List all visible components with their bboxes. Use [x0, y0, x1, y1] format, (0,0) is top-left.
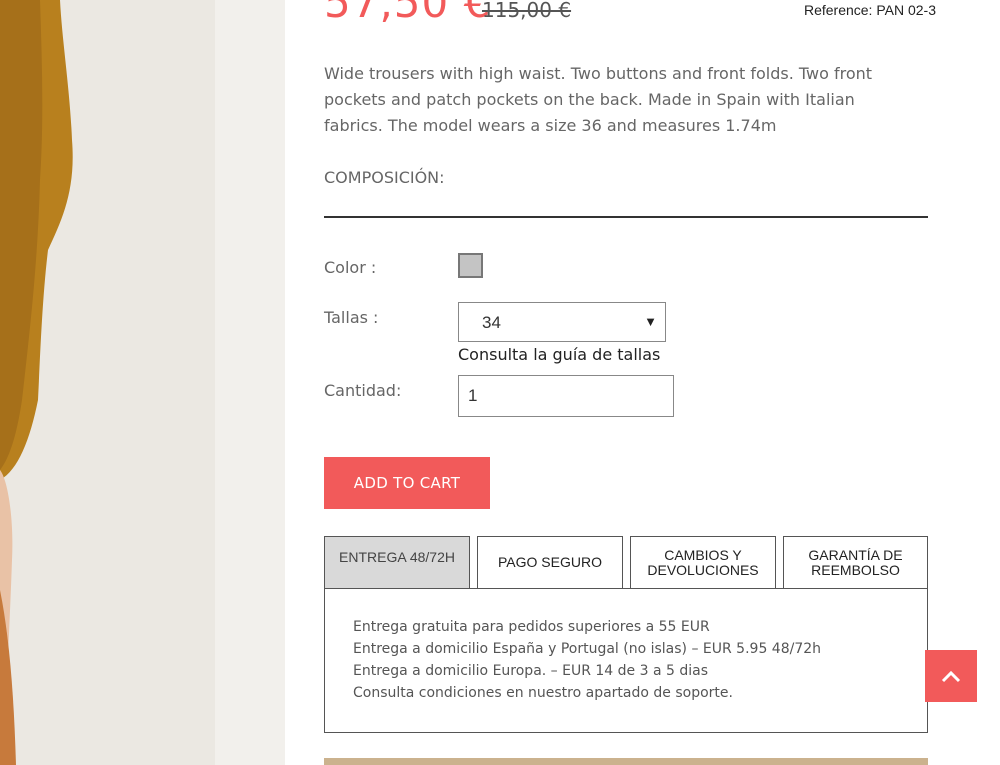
- panel-line: Entrega a domicilio Europa. – EUR 14 de …: [353, 663, 709, 679]
- product-photo: [0, 0, 285, 765]
- tab-returns[interactable]: CAMBIOS Y DEVOLUCIONES: [630, 536, 776, 589]
- size-label: Tallas :: [324, 308, 379, 327]
- quantity-label: Cantidad:: [324, 381, 402, 400]
- tab-panel-delivery: Entrega gratuita para pedidos superiores…: [324, 588, 928, 733]
- current-price: 57,50 €: [324, 0, 492, 27]
- color-label: Color :: [324, 258, 377, 277]
- size-selected-value: 34: [482, 313, 501, 332]
- size-select[interactable]: 34 ▼: [458, 302, 666, 342]
- add-to-cart-button[interactable]: ADD TO CART: [324, 457, 490, 509]
- tab-refund-guarantee[interactable]: GARANTÍA DE REEMBOLSO: [783, 536, 928, 589]
- divider: [324, 216, 928, 218]
- panel-line: Consulta condiciones en nuestro apartado…: [353, 685, 733, 701]
- chevron-up-icon: [941, 670, 961, 683]
- next-image-strip: [324, 758, 928, 765]
- tab-secure-payment[interactable]: PAGO SEGURO: [477, 536, 623, 589]
- color-swatch[interactable]: [458, 253, 483, 278]
- panel-line: Entrega gratuita para pedidos superiores…: [353, 619, 710, 635]
- price-row: 57,50 € 115,00 € Reference: PAN 02-3: [324, 0, 936, 30]
- quantity-input[interactable]: 1: [458, 375, 674, 417]
- original-price: 115,00 €: [482, 0, 572, 22]
- panel-line: Entrega a domicilio España y Portugal (n…: [353, 641, 822, 657]
- caret-down-icon: ▼: [644, 314, 657, 329]
- product-description: Wide trousers with high waist. Two butto…: [324, 64, 873, 135]
- composition-heading: COMPOSICIÓN:: [324, 168, 445, 187]
- scroll-to-top-button[interactable]: [925, 650, 977, 702]
- size-guide-link[interactable]: Consulta la guía de tallas: [458, 345, 660, 364]
- product-reference: Reference: PAN 02-3: [803, 2, 936, 18]
- tab-delivery[interactable]: ENTREGA 48/72H: [324, 536, 470, 589]
